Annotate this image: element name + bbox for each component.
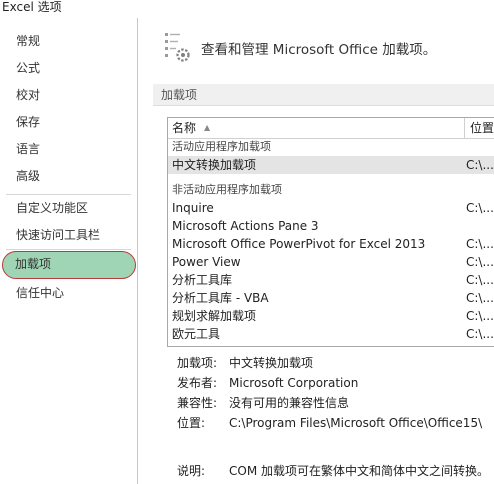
list-item[interactable]: Microsoft Office PowerPivot for Excel 20… bbox=[168, 235, 494, 253]
group-label: 活动应用程序加载项 bbox=[172, 140, 271, 153]
detail-label: 兼容性: bbox=[177, 396, 218, 410]
sidebar-item-language[interactable]: 语言 bbox=[0, 136, 137, 163]
addin-location: C:\... bbox=[466, 237, 494, 251]
sidebar-item-trust-center[interactable]: 信任中心 bbox=[0, 280, 137, 307]
addin-location: C:\... bbox=[466, 273, 494, 287]
addin-name: 中文转换加载项 bbox=[172, 158, 257, 172]
addin-name: Microsoft Office PowerPivot for Excel 20… bbox=[172, 237, 426, 251]
addin-name: Power View bbox=[172, 255, 241, 269]
title-bar: Excel 选项 bbox=[0, 0, 494, 18]
group-header-inactive: 非活动应用程序加载项 bbox=[168, 181, 494, 199]
window-title: Excel 选项 bbox=[2, 0, 62, 14]
sidebar-item-customize-ribbon[interactable]: 自定义功能区 bbox=[0, 195, 137, 222]
list-item[interactable]: 欧元工具 C:\... bbox=[168, 325, 494, 343]
addins-panel: 查看和管理 Microsoft Office 加载项。 加载项 名称 ▲ 位置 … bbox=[139, 18, 494, 484]
list-item[interactable]: 中文转换加载项 C:\... bbox=[168, 156, 494, 174]
list-header: 名称 ▲ 位置 bbox=[168, 118, 494, 139]
addin-name: Inquire bbox=[172, 201, 214, 215]
addin-location: C:\... bbox=[466, 291, 494, 305]
addin-location: C:\... bbox=[466, 309, 494, 323]
list-item[interactable]: Microsoft Actions Pane 3 bbox=[168, 217, 494, 235]
sidebar-item-save[interactable]: 保存 bbox=[0, 109, 137, 136]
addin-name: 分析工具库 bbox=[172, 273, 233, 287]
sort-ascending-icon: ▲ bbox=[204, 123, 211, 132]
options-sidebar: 常规 公式 校对 保存 语言 高级 自定义功能区 快速访问工具栏 加载项 信任中… bbox=[0, 18, 138, 484]
detail-value: Microsoft Corporation bbox=[229, 376, 359, 390]
addin-gear-icon bbox=[165, 33, 190, 62]
addin-location: C:\... bbox=[466, 201, 494, 215]
list-item[interactable]: 分析工具库 C:\... bbox=[168, 271, 494, 289]
page-title: 查看和管理 Microsoft Office 加载项。 bbox=[201, 42, 437, 58]
addin-name: Microsoft Actions Pane 3 bbox=[172, 219, 319, 233]
detail-label: 位置: bbox=[177, 416, 206, 430]
detail-label: 说明: bbox=[177, 464, 206, 478]
sidebar-item-formulas[interactable]: 公式 bbox=[0, 55, 137, 82]
detail-label: 加载项: bbox=[177, 356, 218, 370]
sidebar-item-quick-access-toolbar[interactable]: 快速访问工具栏 bbox=[0, 222, 137, 249]
addin-name: 规划求解加载项 bbox=[172, 309, 257, 323]
column-header-location[interactable]: 位置 bbox=[464, 118, 494, 138]
group-header-active: 活动应用程序加载项 bbox=[168, 138, 494, 156]
detail-value: 中文转换加载项 bbox=[229, 356, 314, 370]
list-item[interactable]: Power View C:\... bbox=[168, 253, 494, 271]
list-item[interactable]: Inquire C:\... bbox=[168, 199, 494, 217]
detail-value: C:\Program Files\Microsoft Office\Office… bbox=[229, 416, 483, 430]
sidebar-item-proofing[interactable]: 校对 bbox=[0, 82, 137, 109]
group-label: 非活动应用程序加载项 bbox=[172, 183, 282, 196]
sidebar-item-advanced[interactable]: 高级 bbox=[0, 163, 137, 190]
sidebar-item-general[interactable]: 常规 bbox=[0, 28, 137, 55]
addin-location: C:\... bbox=[466, 255, 494, 269]
list-item[interactable]: 规划求解加载项 C:\... bbox=[168, 307, 494, 325]
sidebar-item-addins[interactable]: 加载项 bbox=[2, 251, 136, 279]
addin-name: 分析工具库 - VBA bbox=[172, 291, 269, 305]
section-title: 加载项 bbox=[153, 84, 494, 106]
addin-name: 欧元工具 bbox=[172, 327, 221, 341]
addins-list[interactable]: 名称 ▲ 位置 活动应用程序加载项 中文转换加载项 C:\... 非活动应用程序… bbox=[167, 117, 494, 347]
sidebar-divider bbox=[6, 249, 131, 250]
list-item[interactable]: 分析工具库 - VBA C:\... bbox=[168, 289, 494, 307]
detail-label: 发布者: bbox=[177, 376, 218, 390]
column-header-name[interactable]: 名称 bbox=[172, 118, 196, 138]
addin-location: C:\... bbox=[466, 158, 494, 172]
detail-value: 没有可用的兼容性信息 bbox=[229, 396, 350, 410]
addin-location: C:\... bbox=[466, 327, 494, 341]
detail-value: COM 加载项可在繁体中文和简体中文之间转换。 bbox=[229, 464, 489, 478]
